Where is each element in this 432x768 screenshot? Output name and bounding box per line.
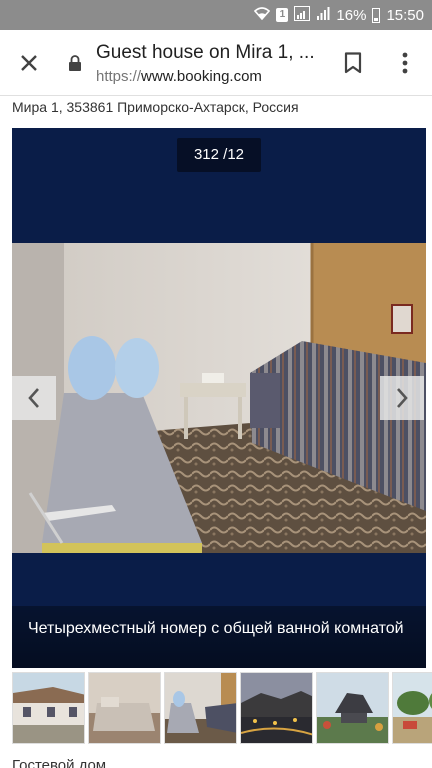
thumbnail-city-night[interactable]	[240, 672, 313, 744]
status-bar: 1 16% 15:50	[0, 0, 432, 30]
bookmark-icon	[344, 52, 362, 74]
next-photo-button[interactable]	[380, 376, 424, 420]
browser-toolbar: Guest house on Mira 1, ... https://www.b…	[0, 30, 432, 96]
sim-icon: 1	[276, 8, 289, 22]
thumbnail-monument[interactable]	[316, 672, 389, 744]
battery-icon	[372, 7, 381, 23]
page-title[interactable]: Guest house on Mira 1, ...	[96, 42, 326, 64]
thumbnail-bedroom[interactable]	[88, 672, 161, 744]
thumbnail-bedroom-with-sofa[interactable]	[164, 672, 237, 744]
lock-icon	[69, 55, 81, 71]
url[interactable]: https://www.booking.com	[96, 68, 262, 85]
previous-photo-button[interactable]	[12, 376, 56, 420]
signal-icon	[294, 5, 311, 25]
signal-icon	[316, 6, 330, 24]
photo-caption: Четырехместный номер с общей ванной комн…	[12, 606, 426, 668]
property-description-start: Гостевой дом	[12, 757, 107, 768]
bookmark-button[interactable]	[338, 48, 368, 78]
close-icon	[21, 55, 37, 71]
photo-counter: 312 /12	[177, 138, 261, 172]
room-photo	[12, 243, 426, 553]
clock: 15:50	[386, 6, 424, 24]
more-vert-icon	[402, 52, 408, 74]
url-scheme: https://	[96, 68, 142, 85]
thumbnail-park[interactable]	[392, 672, 432, 744]
close-button[interactable]	[14, 48, 44, 78]
battery-percent: 16%	[336, 6, 367, 24]
chevron-right-icon	[397, 388, 408, 408]
photo-gallery[interactable]: 312 /12 Четырехместный номер с общей ван…	[12, 128, 426, 668]
thumbnail-building-exterior[interactable]	[12, 672, 85, 744]
property-address: Мира 1, 353861 Приморско-Ахтарск, Россия	[12, 99, 299, 115]
wifi-icon	[254, 6, 271, 24]
chevron-left-icon	[28, 388, 39, 408]
thumbnail-strip	[12, 672, 432, 744]
url-host: www.booking.com	[141, 68, 262, 85]
more-options-button[interactable]	[390, 48, 420, 78]
